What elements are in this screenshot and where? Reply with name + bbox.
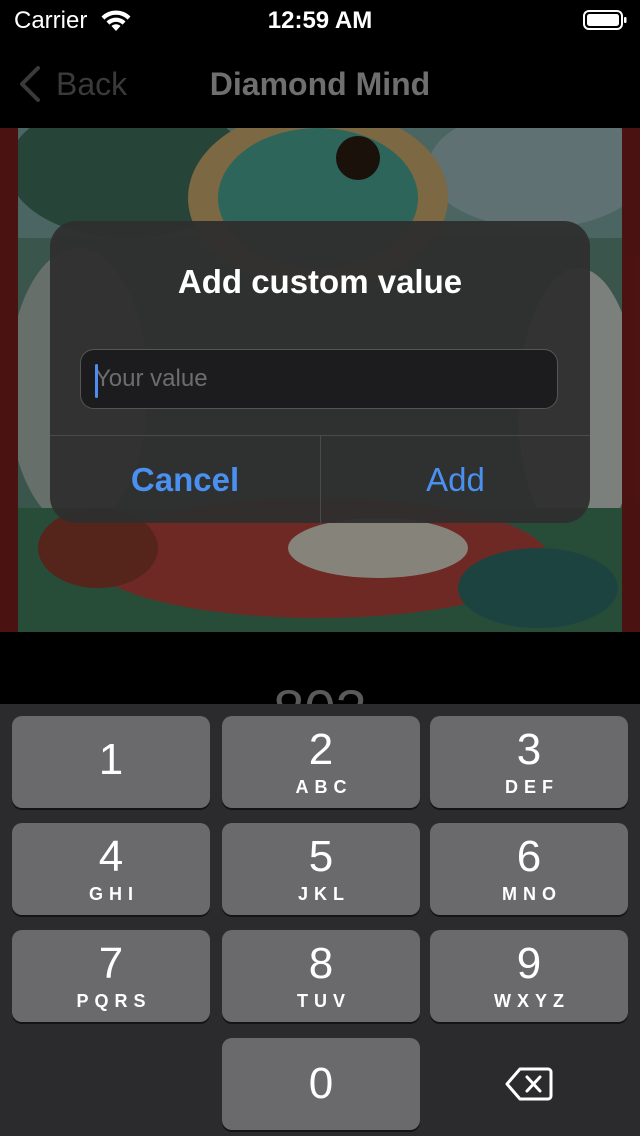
key-0[interactable]: 0 [222,1038,420,1130]
key-2[interactable]: 2 ABC [222,716,420,808]
dialog-title: Add custom value [177,263,463,300]
cancel-button[interactable]: Cancel [50,436,320,523]
key-8[interactable]: 8 TUV [222,930,420,1022]
text-caret [95,364,98,398]
clock: 12:59 AM [267,7,373,34]
numeric-keypad: 1 2 ABC 3 DEF 4 GHI 5 JKL 6 MNO 7 PQRS 8… [0,704,640,1136]
backspace-icon [505,1067,553,1101]
custom-value-input[interactable] [80,349,558,409]
navigation-bar: Back Diamond Mind [0,40,640,128]
key-1[interactable]: 1 [12,716,210,808]
key-5[interactable]: 5 JKL [222,823,420,915]
delete-key[interactable] [430,1038,628,1130]
key-3[interactable]: 3 DEF [430,716,628,808]
key-7[interactable]: 7 PQRS [12,930,210,1022]
key-6[interactable]: 6 MNO [430,823,628,915]
key-9[interactable]: 9 WXYZ [430,930,628,1022]
key-4[interactable]: 4 GHI [12,823,210,915]
page-title: Diamond Mind [209,66,431,102]
add-button[interactable]: Add [321,436,590,523]
counter-value: 803 [0,677,640,705]
status-bar: Carrier 12:59 AM [0,0,640,40]
add-custom-value-dialog: Add custom value Cancel Add [50,221,590,523]
battery-icon [583,10,627,30]
